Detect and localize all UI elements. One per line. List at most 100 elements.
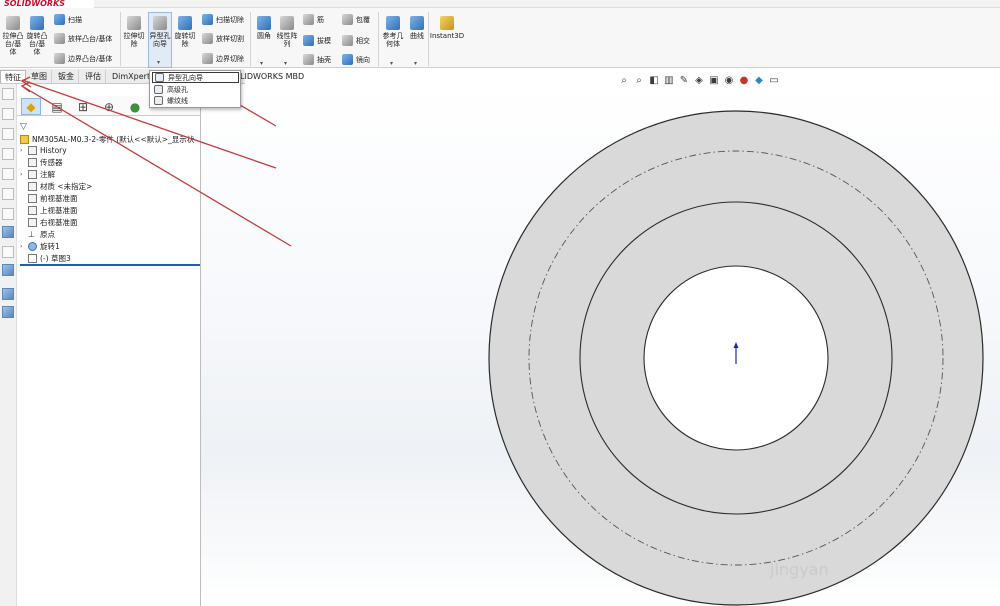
instant3d-button[interactable]: Instant3D bbox=[430, 16, 464, 40]
zoom-to-area-icon[interactable]: ⌕ bbox=[633, 75, 645, 86]
tab-sketch[interactable]: 草图 bbox=[27, 70, 52, 83]
expand-arrow-icon[interactable]: › bbox=[20, 147, 26, 154]
curves-dropdown-arrow[interactable]: ▾ bbox=[414, 60, 417, 67]
part-icon bbox=[20, 135, 29, 144]
edit-appearance-icon[interactable]: ● bbox=[738, 75, 750, 86]
extrude-boss-button[interactable]: 拉伸凸 台/基 体 bbox=[2, 16, 24, 56]
intersect-button[interactable]: 相交 bbox=[342, 35, 370, 46]
tree-node-revolve1[interactable]: › 旋转1 bbox=[20, 241, 60, 252]
strip-tool-icon[interactable] bbox=[2, 246, 14, 258]
tab-mbd[interactable]: LIDWORKS MBD bbox=[240, 70, 304, 83]
rollback-bar[interactable] bbox=[20, 264, 200, 266]
boundary-boss-button[interactable]: 边界凸台/基体 bbox=[54, 53, 112, 64]
sweep-icon bbox=[54, 14, 65, 25]
loft-cut-button[interactable]: 放样切割 bbox=[202, 33, 244, 44]
part-name: NM305AL-M0.3-2-零件 (默认<<默认>_显示状 bbox=[32, 135, 195, 144]
strip-tool-icon[interactable] bbox=[2, 208, 14, 220]
shell-button[interactable]: 抽壳 bbox=[303, 54, 331, 65]
extrude-cut-icon bbox=[127, 16, 141, 30]
configuration-manager-tab[interactable]: ⊞ bbox=[73, 98, 93, 115]
revolve-cut-button[interactable]: 旋转切 除 bbox=[174, 16, 196, 48]
boundary-cut-button[interactable]: 边界切除 bbox=[202, 53, 244, 64]
tree-node-annotations[interactable]: › 注解 bbox=[20, 169, 55, 180]
draft-label: 拔模 bbox=[317, 36, 331, 45]
sweep-label: 扫描 bbox=[68, 15, 82, 24]
fillet-button[interactable]: 圆角 bbox=[254, 16, 274, 40]
tree-node-sketch3[interactable]: (-) 草图3 bbox=[28, 253, 71, 264]
property-manager-tab[interactable]: ▤ bbox=[47, 98, 67, 115]
strip-tool-icon[interactable] bbox=[2, 264, 14, 276]
graphics-area[interactable] bbox=[201, 84, 1000, 606]
tree-node-top-plane[interactable]: 上视基准面 bbox=[28, 205, 78, 216]
tree-node-front-plane[interactable]: 前视基准面 bbox=[28, 193, 78, 204]
strip-tool-icon[interactable] bbox=[2, 226, 14, 238]
strip-tool-icon[interactable] bbox=[2, 288, 14, 300]
dynamic-annotation-icon[interactable]: ✎ bbox=[678, 75, 690, 86]
mirror-button[interactable]: 镜向 bbox=[342, 54, 370, 65]
strip-tool-icon[interactable] bbox=[2, 188, 14, 200]
menu-item-advanced-hole[interactable]: 高级孔 bbox=[152, 84, 239, 95]
menu-item-hole-wizard[interactable]: 异型孔向导 bbox=[152, 72, 239, 83]
fillet-label: 圆角 bbox=[257, 32, 271, 40]
boundary-cut-icon bbox=[202, 53, 213, 64]
strip-tool-icon[interactable] bbox=[2, 168, 14, 180]
dimxpert-manager-tab[interactable]: ⊕ bbox=[99, 98, 119, 115]
tree-node-material[interactable]: 材质 <未指定> bbox=[28, 181, 92, 192]
view-settings-icon[interactable]: ▭ bbox=[768, 75, 780, 86]
wrap-button[interactable]: 包覆 bbox=[342, 14, 370, 25]
rib-button[interactable]: 筋 bbox=[303, 14, 324, 25]
expand-arrow-icon[interactable]: › bbox=[20, 243, 26, 250]
menu-item-label: 异型孔向导 bbox=[168, 73, 203, 82]
display-style-icon[interactable]: ▣ bbox=[708, 75, 720, 86]
previous-view-icon[interactable]: ◧ bbox=[648, 75, 660, 86]
tree-root-part[interactable]: NM305AL-M0.3-2-零件 (默认<<默认>_显示状 bbox=[20, 134, 194, 145]
strip-tool-icon[interactable] bbox=[2, 306, 14, 318]
extrude-cut-label: 拉伸切 除 bbox=[123, 32, 145, 48]
display-manager-tab[interactable]: ● bbox=[125, 98, 145, 115]
tab-sheet-metal[interactable]: 钣金 bbox=[54, 70, 79, 83]
strip-tool-icon[interactable] bbox=[2, 88, 14, 100]
draft-button[interactable]: 拔模 bbox=[303, 35, 331, 46]
tree-node-right-plane[interactable]: 右视基准面 bbox=[28, 217, 78, 228]
strip-tool-icon[interactable] bbox=[2, 148, 14, 160]
linear-pattern-button[interactable]: 线性阵 列 bbox=[276, 16, 298, 48]
extrude-boss-label: 拉伸凸 台/基 体 bbox=[2, 32, 24, 56]
zoom-to-fit-icon[interactable]: ⌕ bbox=[618, 75, 630, 86]
tree-node-history[interactable]: › History bbox=[20, 145, 67, 156]
revolve-cut-icon bbox=[178, 16, 192, 30]
boundary-boss-label: 边界凸台/基体 bbox=[68, 54, 113, 63]
expand-arrow-icon[interactable]: › bbox=[20, 171, 26, 178]
tree-node-label: (-) 草图3 bbox=[40, 254, 71, 263]
fillet-dropdown-arrow[interactable]: ▾ bbox=[260, 60, 263, 67]
loft-boss-button[interactable]: 放样凸台/基体 bbox=[54, 33, 112, 44]
apply-scene-icon[interactable]: ◆ bbox=[753, 75, 765, 86]
linear-pattern-label: 线性阵 列 bbox=[276, 32, 298, 48]
filter-icon[interactable]: ▽ bbox=[20, 121, 27, 132]
reference-geometry-dropdown-arrow[interactable]: ▾ bbox=[390, 60, 393, 67]
hide-show-items-icon[interactable]: ◉ bbox=[723, 75, 735, 86]
feature-manager-tab[interactable]: ◆ bbox=[21, 98, 41, 115]
sweep-button[interactable]: 扫描 bbox=[54, 14, 82, 25]
wrap-icon bbox=[342, 14, 353, 25]
sweep-cut-button[interactable]: 扫描切除 bbox=[202, 14, 244, 25]
extrude-cut-button[interactable]: 拉伸切 除 bbox=[122, 16, 146, 48]
tab-evaluate[interactable]: 评估 bbox=[81, 70, 106, 83]
ribbon-separator bbox=[378, 12, 379, 66]
view-orientation-icon[interactable]: ◈ bbox=[693, 75, 705, 86]
fillet-icon bbox=[257, 16, 271, 30]
mirror-icon bbox=[342, 54, 353, 65]
strip-tool-icon[interactable] bbox=[2, 108, 14, 120]
tab-features[interactable]: 特征 bbox=[0, 70, 26, 83]
curves-button[interactable]: 曲线 bbox=[407, 16, 427, 40]
tree-node-label: 右视基准面 bbox=[40, 218, 78, 227]
reference-geometry-button[interactable]: 参考几 何体 bbox=[381, 16, 405, 48]
strip-tool-icon[interactable] bbox=[2, 128, 14, 140]
revolve-boss-button[interactable]: 旋转凸 台/基 体 bbox=[26, 16, 48, 56]
menu-item-thread[interactable]: 螺纹线 bbox=[152, 95, 239, 106]
hole-wizard-dropdown-arrow[interactable]: ▾ bbox=[157, 59, 160, 66]
tree-node-origin[interactable]: ⊥ 原点 bbox=[28, 229, 55, 240]
pattern-dropdown-arrow[interactable]: ▾ bbox=[284, 60, 287, 67]
section-view-icon[interactable]: ▥ bbox=[663, 75, 675, 86]
tree-node-sensors[interactable]: 传感器 bbox=[28, 157, 63, 168]
plane-icon bbox=[28, 206, 37, 215]
